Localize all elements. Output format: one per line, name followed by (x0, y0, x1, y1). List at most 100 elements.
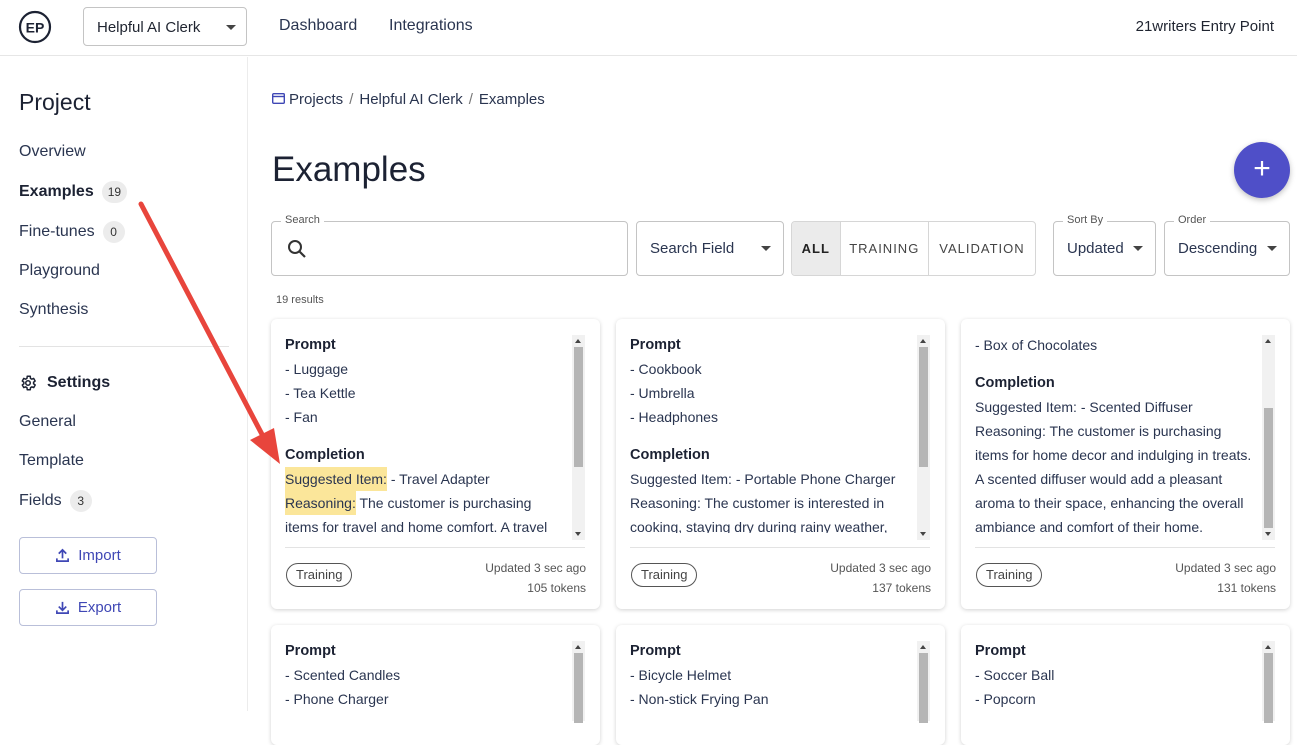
sidebar-item-general[interactable]: General (19, 413, 76, 431)
card-scrollbar[interactable] (917, 641, 930, 723)
section-heading: Prompt (285, 337, 336, 353)
sidebar-divider (19, 346, 229, 347)
scroll-thumb[interactable] (919, 347, 928, 467)
page-title: Examples (272, 150, 426, 189)
scroll-up-icon[interactable] (575, 645, 581, 649)
nav-integrations[interactable]: Integrations (389, 17, 473, 35)
breadcrumb-project[interactable]: Helpful AI Clerk (359, 91, 462, 108)
sidebar-item-overview[interactable]: Overview (19, 143, 86, 161)
sidebar-title: Project (19, 89, 91, 115)
text-line: cooking, staying dry during rainy weathe… (630, 519, 888, 533)
logo-icon[interactable]: EP (18, 10, 52, 44)
sidebar-item-label: Fields (19, 492, 62, 510)
card-scrollbar[interactable] (917, 335, 930, 540)
sidebar-item-synthesis[interactable]: Synthesis (19, 301, 88, 319)
token-count: 105 tokens (527, 581, 586, 595)
line-text: The customer is purchasing (355, 495, 532, 511)
example-card[interactable]: Prompt - Scented Candles - Phone Charger (271, 625, 600, 745)
text-line: - Fan (285, 409, 318, 425)
sidebar-item-template[interactable]: Template (19, 452, 84, 470)
order-select[interactable]: Order Descending (1164, 214, 1290, 276)
breadcrumb-separator: / (468, 91, 473, 108)
scroll-thumb[interactable] (919, 653, 928, 723)
search-input[interactable]: Search (271, 214, 628, 276)
scroll-up-icon[interactable] (920, 645, 926, 649)
scroll-up-icon[interactable] (575, 339, 581, 343)
example-card[interactable]: Prompt - Cookbook - Umbrella - Headphones Co… (616, 319, 945, 609)
scroll-down-icon[interactable] (1265, 532, 1271, 536)
download-icon (55, 601, 69, 614)
sidebar-item-fine-tunes[interactable]: Fine-tunes 0 (19, 221, 125, 243)
sidebar-item-label: Synthesis (19, 301, 89, 318)
breadcrumb-projects[interactable]: Projects (289, 91, 343, 108)
card-divider (285, 547, 585, 548)
add-example-button[interactable]: + (1234, 142, 1290, 198)
card-meta: Updated 3 sec ago 105 tokens (485, 558, 586, 598)
text-line: Reasoning: The customer is interested in (630, 495, 885, 511)
card-scrollbar[interactable] (572, 641, 585, 723)
text-line: aroma to their space, enhancing the over… (975, 495, 1244, 511)
segment-all[interactable]: ALL (792, 222, 841, 275)
chevron-down-icon (761, 246, 771, 251)
scroll-down-icon[interactable] (920, 532, 926, 536)
card-scrollbar[interactable] (1262, 335, 1275, 540)
text-line: A scented diffuser would add a pleasant (975, 471, 1223, 487)
nav-dashboard[interactable]: Dashboard (279, 17, 357, 35)
export-button[interactable]: Export (19, 589, 157, 626)
scroll-thumb[interactable] (1264, 408, 1273, 528)
sidebar-item-examples[interactable]: Examples 19 (19, 181, 128, 203)
text-line: Suggested Item: - Portable Phone Charger (630, 471, 896, 487)
sidebar-item-label: Overview (19, 143, 86, 160)
scroll-up-icon[interactable] (1265, 645, 1271, 649)
example-card[interactable]: - Box of Chocolates Completion Suggested I… (961, 319, 1290, 609)
scroll-thumb[interactable] (574, 653, 583, 723)
sort-by-select[interactable]: Sort By Updated (1053, 214, 1156, 276)
section-heading: Prompt (975, 643, 1026, 659)
scroll-thumb[interactable] (574, 347, 583, 467)
example-card[interactable]: Prompt - Soccer Ball - Popcorn (961, 625, 1290, 745)
order-label: Order (1174, 214, 1211, 226)
card-scrollbar[interactable] (1262, 641, 1275, 723)
example-card[interactable]: Prompt - Bicycle Helmet - Non-stick Frying… (616, 625, 945, 745)
card-meta: Updated 3 sec ago 137 tokens (830, 558, 931, 598)
scroll-down-icon[interactable] (575, 532, 581, 536)
scroll-up-icon[interactable] (920, 339, 926, 343)
segment-training[interactable]: TRAINING (841, 222, 929, 275)
scroll-thumb[interactable] (1264, 653, 1273, 723)
project-select[interactable]: Helpful AI Clerk (83, 7, 247, 46)
card-divider (975, 547, 1275, 548)
card-scrollbar[interactable] (572, 335, 585, 540)
card-content: Prompt - Luggage - Tea Kettle - Fan Completi… (285, 333, 575, 533)
updated-time: Updated 3 sec ago (485, 561, 586, 575)
token-count: 131 tokens (1217, 581, 1276, 595)
section-heading: Completion (975, 375, 1055, 391)
scroll-up-icon[interactable] (1265, 339, 1271, 343)
search-field-select[interactable]: Search Field (636, 221, 784, 276)
highlighted-key: Suggested Item: (285, 467, 387, 491)
import-button[interactable]: Import (19, 537, 157, 574)
sort-by-label: Sort By (1063, 214, 1108, 226)
example-card[interactable]: Prompt - Luggage - Tea Kettle - Fan Completi… (271, 319, 600, 609)
sidebar-item-fields[interactable]: Fields 3 (19, 490, 92, 512)
chevron-down-icon (226, 25, 236, 30)
highlighted-key: Reasoning: (285, 491, 356, 515)
segment-validation[interactable]: VALIDATION (929, 222, 1035, 275)
folder-icon (271, 92, 286, 105)
sidebar-settings-heading: Settings (47, 374, 111, 391)
text-line: Reasoning: The customer is purchasing (285, 491, 575, 515)
text-line: items for home decor and indulging in tr… (975, 447, 1252, 463)
org-name[interactable]: 21writers Entry Point (1136, 18, 1274, 35)
set-filter-toggle: ALL TRAINING VALIDATION (791, 221, 1036, 276)
card-meta: Updated 3 sec ago 131 tokens (1175, 558, 1276, 598)
card-content: Prompt - Bicycle Helmet - Non-stick Frying… (630, 639, 920, 729)
sidebar-item-playground[interactable]: Playground (19, 262, 100, 280)
updated-time: Updated 3 sec ago (1175, 561, 1276, 575)
text-line: - Box of Chocolates (975, 337, 1098, 353)
breadcrumb-separator: / (349, 91, 354, 108)
sidebar-item-label: Playground (19, 262, 100, 279)
text-line: - Soccer Ball (975, 667, 1055, 683)
text-line: - Non-stick Frying Pan (630, 691, 769, 707)
top-bar: EP Helpful AI Clerk Dashboard Integratio… (0, 0, 1297, 56)
tag-chip: Training (631, 563, 698, 587)
section-heading: Prompt (630, 643, 681, 659)
